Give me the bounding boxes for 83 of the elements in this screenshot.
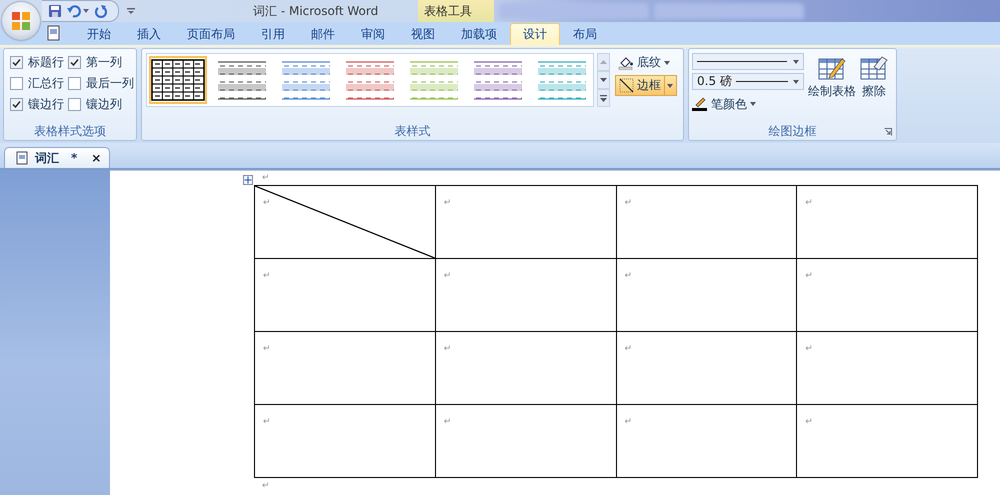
shading-button[interactable]: 底纹 bbox=[615, 53, 677, 72]
document-tab[interactable]: 词汇 * × bbox=[4, 147, 110, 168]
paragraph-mark: ↵ bbox=[262, 481, 271, 491]
checkbox[interactable] bbox=[68, 77, 81, 90]
caret-icon bbox=[664, 60, 670, 64]
eraser-button[interactable]: 擦除 bbox=[860, 53, 888, 123]
ribbon-tab[interactable]: 开始 bbox=[74, 23, 124, 45]
dropdown-icon[interactable] bbox=[83, 9, 89, 13]
document-icon bbox=[15, 151, 29, 165]
office-logo bbox=[10, 10, 32, 32]
modified-marker: * bbox=[71, 151, 78, 165]
border-icon bbox=[619, 78, 634, 93]
ribbon-tab[interactable]: 插入 bbox=[124, 23, 174, 45]
draw-table-button[interactable]: 绘制表格 bbox=[808, 53, 856, 123]
paragraph-mark: ↵ bbox=[263, 198, 271, 208]
checkbox[interactable] bbox=[68, 98, 81, 111]
paragraph-mark: ↵ bbox=[805, 198, 813, 208]
caret-icon bbox=[667, 84, 673, 88]
pen-color-button[interactable]: 笔颜色 bbox=[692, 95, 804, 113]
undo-icon[interactable] bbox=[67, 4, 81, 18]
paragraph-mark: ↵ bbox=[805, 344, 813, 354]
ribbon-tab[interactable]: 布局 bbox=[560, 23, 610, 45]
pen-icon bbox=[692, 97, 708, 111]
table-style-thumbnail[interactable] bbox=[149, 56, 207, 104]
redo-icon[interactable] bbox=[94, 4, 108, 18]
ribbon-tab[interactable]: 引用 bbox=[248, 23, 298, 45]
paragraph-mark: ↵ bbox=[444, 198, 452, 208]
group-label: 表格样式选项 bbox=[33, 123, 107, 140]
checkbox[interactable] bbox=[68, 56, 81, 69]
checkbox-label: 第一列 bbox=[86, 54, 122, 71]
caret-icon bbox=[750, 102, 756, 106]
checkbox-label: 最后一列 bbox=[86, 75, 134, 92]
more-icon bbox=[600, 94, 607, 102]
paragraph-mark: ↵ bbox=[263, 344, 271, 354]
checkbox-label: 镶边行 bbox=[28, 96, 64, 113]
paragraph-mark: ↵ bbox=[263, 417, 271, 427]
paragraph-mark: ↵ bbox=[624, 198, 632, 208]
table-move-handle-icon[interactable] bbox=[243, 175, 253, 185]
paragraph-mark: ↵ bbox=[805, 417, 813, 427]
office-button[interactable] bbox=[2, 2, 40, 40]
paragraph-mark: ↵ bbox=[444, 344, 452, 354]
checkbox-label: 汇总行 bbox=[28, 75, 64, 92]
ribbon-tab[interactable]: 加载项 bbox=[448, 23, 510, 45]
line-sample-icon bbox=[697, 60, 787, 63]
customize-icon[interactable] bbox=[127, 8, 135, 14]
group-label: 绘图边框 bbox=[768, 123, 816, 140]
line-sample-icon bbox=[736, 80, 788, 83]
paragraph-mark: ↵ bbox=[262, 173, 270, 183]
save-icon[interactable] bbox=[48, 4, 62, 18]
paragraph-mark: ↵ bbox=[444, 271, 452, 281]
close-button[interactable]: × bbox=[91, 151, 102, 165]
checkbox[interactable] bbox=[10, 77, 23, 90]
up-arrow-icon bbox=[600, 60, 607, 64]
checkbox[interactable] bbox=[10, 56, 23, 69]
caret-icon bbox=[793, 60, 799, 64]
eraser-icon bbox=[860, 55, 888, 81]
scroll-down-button[interactable] bbox=[597, 71, 610, 89]
ribbon-tab[interactable]: 页面布局 bbox=[174, 23, 248, 45]
paragraph-mark: ↵ bbox=[624, 344, 632, 354]
checkbox-label: 标题行 bbox=[28, 54, 64, 71]
paragraph-mark: ↵ bbox=[624, 271, 632, 281]
paragraph-mark: ↵ bbox=[624, 417, 632, 427]
dialog-launcher-icon[interactable] bbox=[884, 128, 892, 136]
paint-bucket-icon bbox=[618, 56, 634, 70]
caret-icon bbox=[793, 80, 799, 84]
document-icon[interactable] bbox=[46, 25, 62, 41]
checkbox-label: 镶边列 bbox=[86, 96, 122, 113]
paragraph-mark: ↵ bbox=[444, 417, 452, 427]
contextual-tab-header: 表格工具 bbox=[418, 0, 494, 22]
more-button[interactable] bbox=[597, 89, 610, 107]
paragraph-mark: ↵ bbox=[805, 271, 813, 281]
line-style-dropdown[interactable] bbox=[692, 53, 804, 70]
window-title: 词汇 - Microsoft Word bbox=[253, 2, 378, 20]
paragraph-mark: ↵ bbox=[263, 271, 271, 281]
ribbon-tab[interactable]: 邮件 bbox=[298, 23, 348, 45]
ribbon-tab[interactable]: 视图 bbox=[398, 23, 448, 45]
checkbox[interactable] bbox=[10, 98, 23, 111]
ribbon-tab[interactable]: 审阅 bbox=[348, 23, 398, 45]
group-label: 表样式 bbox=[394, 123, 432, 140]
ribbon-tab[interactable]: 设计 bbox=[510, 23, 560, 45]
borders-button[interactable]: 边框 bbox=[615, 75, 677, 96]
down-arrow-icon bbox=[600, 78, 607, 82]
line-weight-dropdown[interactable]: 0.5 磅 bbox=[692, 73, 804, 90]
